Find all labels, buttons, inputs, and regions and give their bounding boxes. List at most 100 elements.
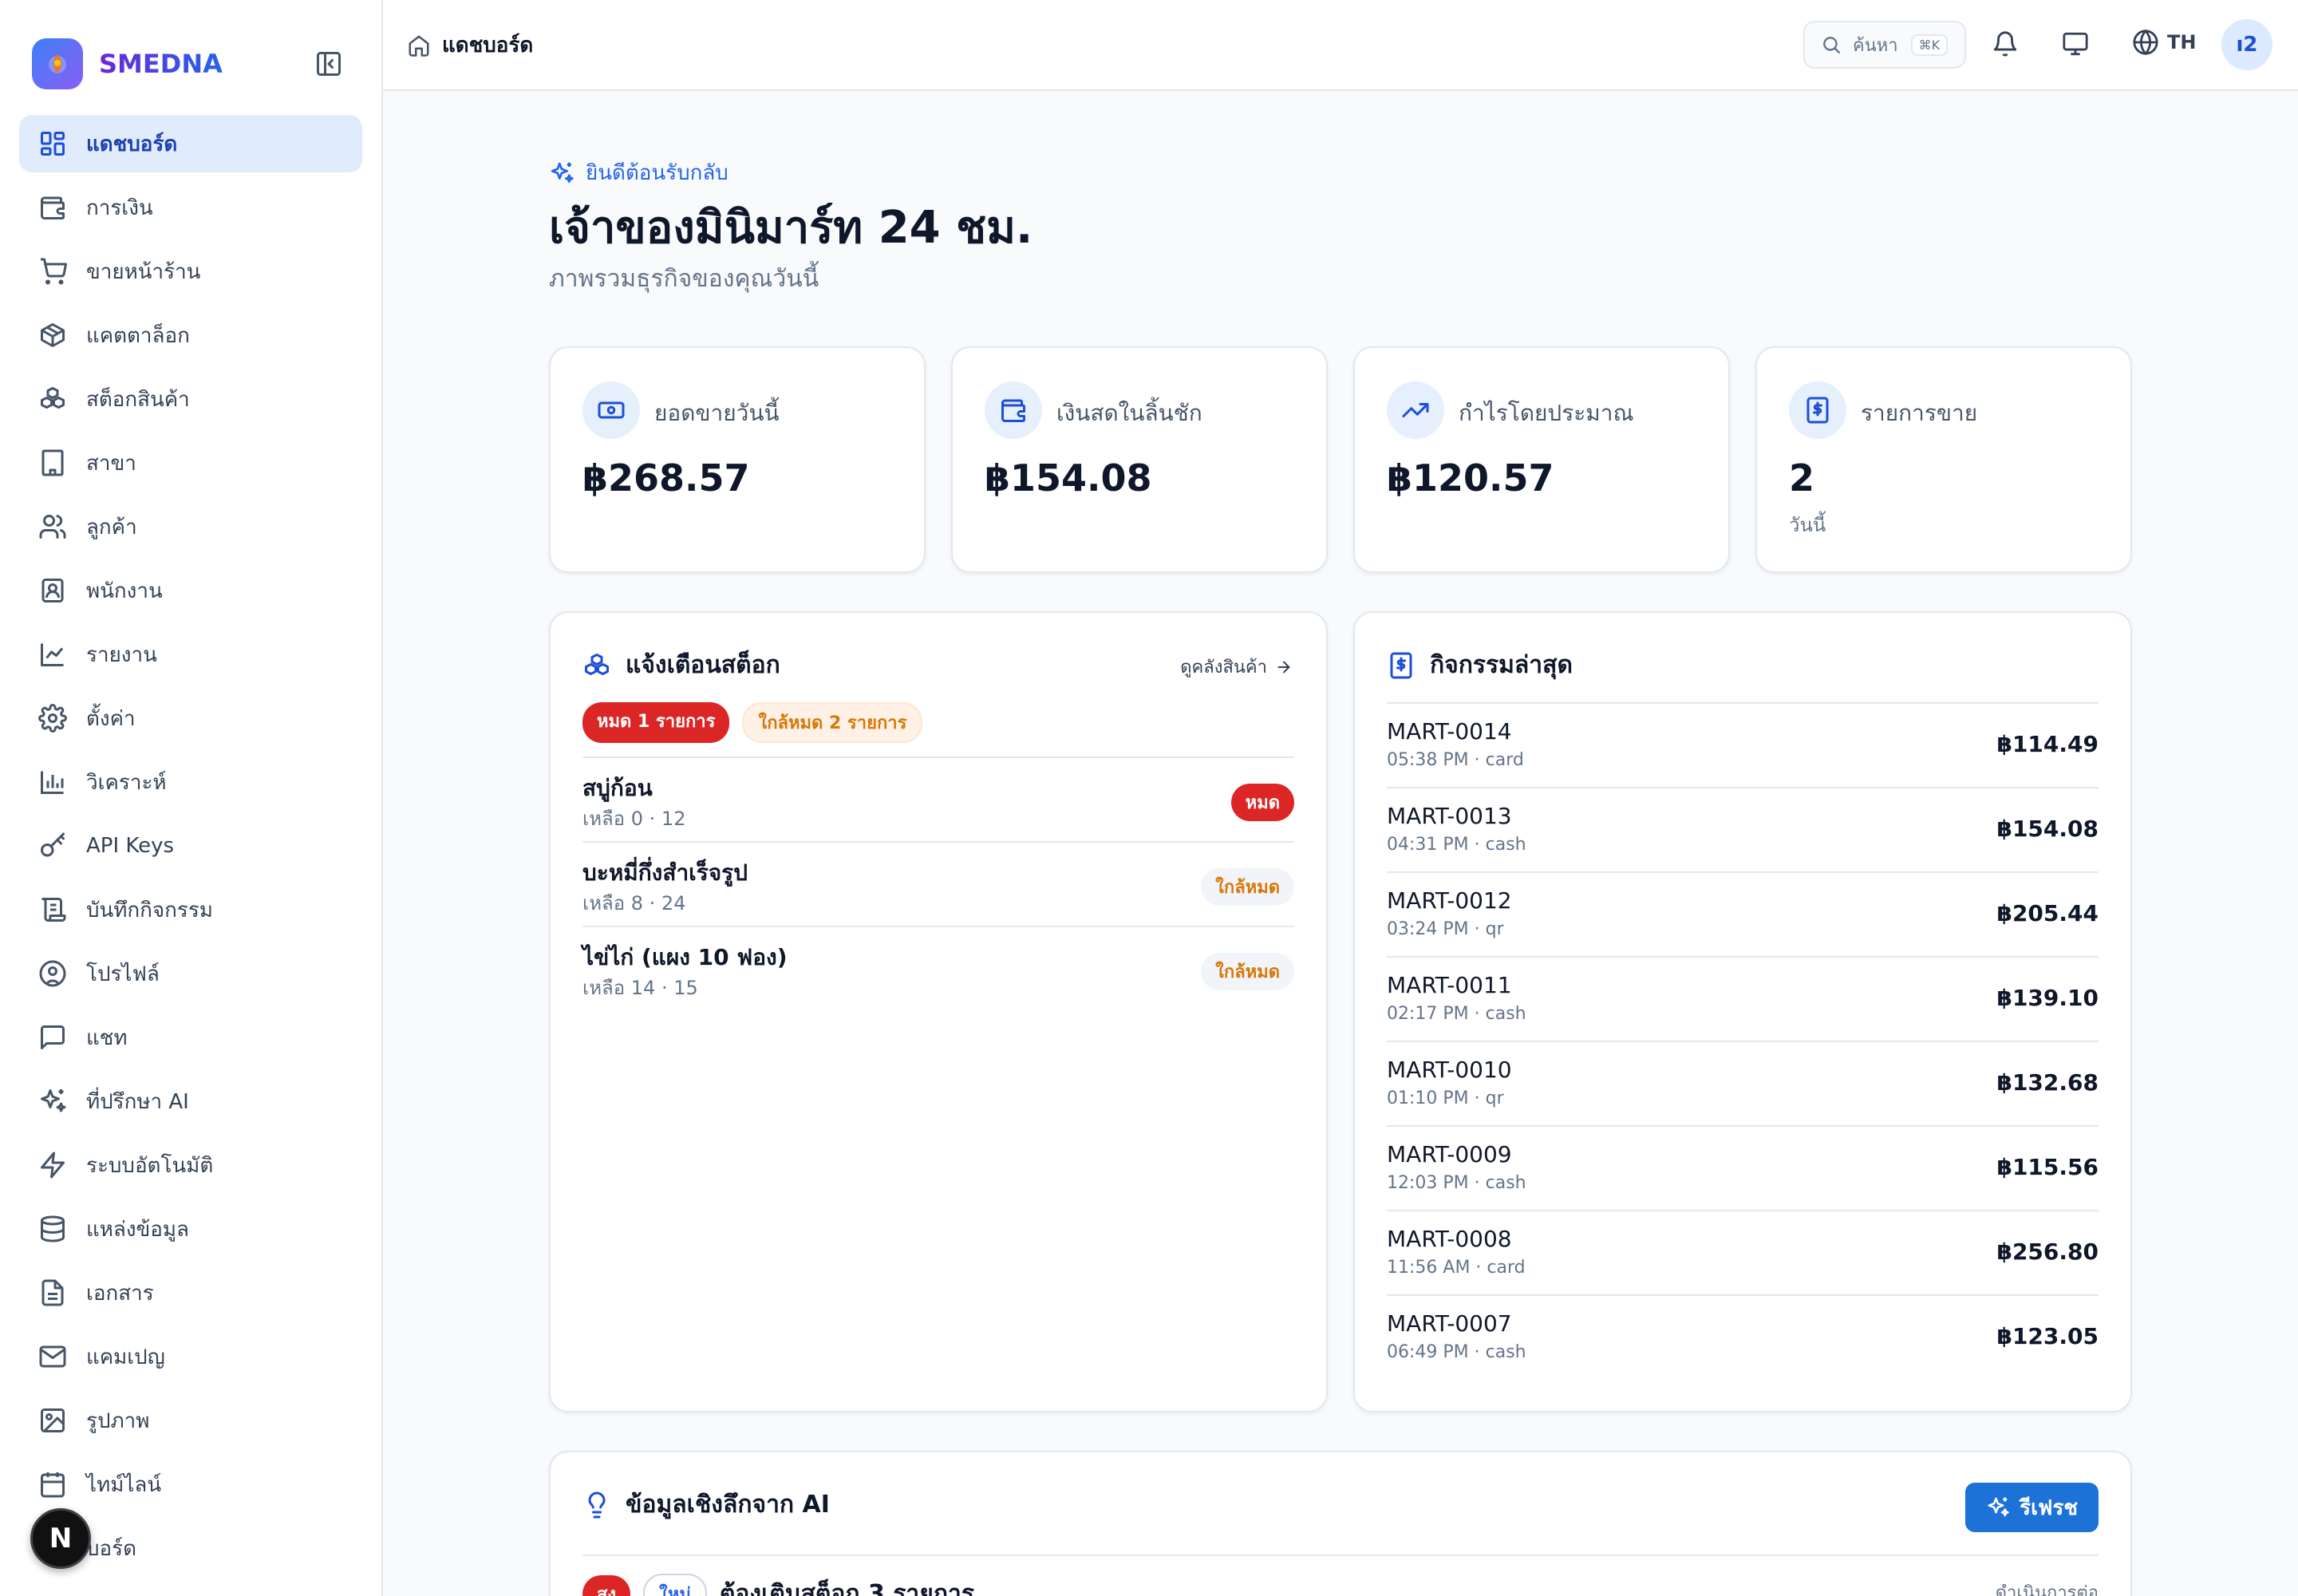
sidebar-item-branches[interactable]: สาขา: [19, 434, 362, 492]
list-item[interactable]: สบู่ก้อน เหลือ 0 · 12 หมด: [582, 757, 1294, 841]
sidebar-item-activity-log[interactable]: บันทึกกิจกรรม: [19, 881, 362, 938]
sidebar-item-chat[interactable]: แชท: [19, 1009, 362, 1066]
sidebar-item-staff[interactable]: พนักงาน: [19, 562, 362, 619]
table-row[interactable]: MART-0012 03:24 PM · qr ฿205.44: [1387, 871, 2099, 956]
brand-name: SMEDNA: [99, 49, 223, 79]
view-inventory-label: ดูคลังสินค้า: [1180, 658, 1267, 678]
sidebar-item-timeline[interactable]: ไทม์ไลน์: [19, 1456, 362, 1513]
sidebar-item-label: ระบบอัตโนมัติ: [86, 1153, 214, 1178]
sidebar-item-settings[interactable]: ตั้งค่า: [19, 689, 362, 747]
bar-chart-icon: [38, 768, 67, 796]
table-row[interactable]: MART-0010 01:10 PM · qr ฿132.68: [1387, 1041, 2099, 1125]
sale-id: MART-0007: [1387, 1310, 1512, 1337]
mail-icon: [38, 1342, 67, 1371]
sale-id: MART-0011: [1387, 972, 1512, 998]
sidebar-item-ai-advisor[interactable]: ที่ปรึกษา AI: [19, 1073, 362, 1130]
sale-id: MART-0010: [1387, 1057, 1512, 1083]
table-row[interactable]: MART-0009 12:03 PM · cash ฿115.56: [1387, 1125, 2099, 1210]
document-icon: [38, 1278, 67, 1307]
list-item[interactable]: สูง ใหม่ ต้องเติมสต็อก 3 รายการ: [582, 1574, 974, 1596]
sale-amount: ฿205.44: [1996, 900, 2099, 926]
bell-icon[interactable]: [1992, 30, 2019, 57]
line-chart-icon: [38, 640, 67, 669]
out-of-stock-badge: หมด 1 รายการ: [582, 702, 730, 743]
sidebar-item-images[interactable]: รูปภาพ: [19, 1392, 362, 1449]
sale-id: MART-0008: [1387, 1226, 1512, 1252]
search-placeholder: ค้นหา: [1853, 35, 1898, 56]
gear-icon: [38, 704, 67, 733]
sidebar-item-catalog[interactable]: แคตตาล็อก: [19, 306, 362, 364]
stat-value: ฿268.57: [582, 456, 750, 500]
sidebar-item-label: ที่ปรึกษา AI: [86, 1089, 189, 1114]
image-icon: [38, 1406, 67, 1435]
refresh-label: รีเฟรช: [2020, 1495, 2078, 1520]
brand[interactable]: SMEDNA: [32, 38, 223, 89]
receipt-dollar-icon: [1789, 381, 1846, 439]
table-row[interactable]: MART-0013 04:31 PM · cash ฿154.08: [1387, 787, 2099, 871]
sidebar-item-data-sources[interactable]: แหล่งข้อมูล: [19, 1200, 362, 1258]
sidebar-item-finance[interactable]: การเงิน: [19, 179, 362, 236]
panel-title: ข้อมูลเชิงลึกจาก AI: [582, 1486, 830, 1523]
stat-label: กำไรโดยประมาณ: [1459, 400, 1634, 426]
sidebar-item-label: บอร์ด: [86, 1536, 136, 1561]
sale-meta: 01:10 PM · qr: [1387, 1088, 1504, 1108]
stat-card-cash-drawer: เงินสดในลิ้นชัก ฿154.08: [951, 346, 1328, 573]
monitor-icon[interactable]: [2062, 30, 2089, 57]
brand-logo-icon: [32, 38, 83, 89]
home-icon[interactable]: [407, 34, 431, 57]
dashboard-grid-icon: [38, 129, 67, 158]
list-item[interactable]: ไข่ไก่ (แผง 10 ฟอง) เหลือ 14 · 15 ใกล้หม…: [582, 926, 1294, 1010]
dev-tools-badge[interactable]: N: [30, 1508, 91, 1569]
lightbulb-icon: [582, 1491, 611, 1519]
recent-activity-panel: กิจกรรมล่าสุด MART-0014 05:38 PM · card …: [1353, 611, 2132, 1412]
sidebar-item-api-keys[interactable]: API Keys: [19, 817, 362, 875]
sale-meta: 03:24 PM · qr: [1387, 919, 1504, 939]
sidebar: SMEDNA แดชบอร์ด การเงิน ขายหน้าร้าน แคตต…: [0, 0, 383, 1596]
page-subtitle: ภาพรวมธุรกิจของคุณวันนี้: [549, 265, 819, 293]
sidebar-item-documents[interactable]: เอกสาร: [19, 1264, 362, 1321]
table-row[interactable]: MART-0011 02:17 PM · cash ฿139.10: [1387, 956, 2099, 1041]
user-circle-icon: [38, 959, 67, 988]
sidebar-item-label: แดชบอร์ด: [86, 132, 178, 156]
refresh-button[interactable]: รีเฟรช: [1965, 1483, 2099, 1532]
stock-alerts-title: แจ้งเตือนสต็อก: [626, 651, 780, 679]
building-icon: [38, 448, 67, 477]
stock-item-name: ไข่ไก่ (แผง 10 ฟอง): [582, 944, 788, 970]
sale-amount: ฿114.49: [1996, 731, 2099, 757]
calendar-icon: [38, 1470, 67, 1499]
language-switcher[interactable]: TH: [2132, 29, 2196, 56]
insight-action-link[interactable]: ดำเนินการต่อ: [1996, 1578, 2099, 1596]
table-row[interactable]: MART-0007 06:49 PM · cash ฿123.05: [1387, 1294, 2099, 1379]
language-code: TH: [2167, 31, 2197, 53]
sale-id: MART-0014: [1387, 718, 1512, 745]
table-row[interactable]: MART-0014 05:38 PM · card ฿114.49: [1387, 702, 2099, 787]
status-badge: ใกล้หมด: [1201, 953, 1294, 990]
view-inventory-link[interactable]: ดูคลังสินค้า: [1180, 653, 1293, 681]
welcome-kicker-text: ยินดีต้อนรับกลับ: [586, 161, 728, 185]
sidebar-item-analytics[interactable]: วิเคราะห์: [19, 753, 362, 811]
sidebar-item-stock[interactable]: สต็อกสินค้า: [19, 370, 362, 428]
sidebar-item-dashboard[interactable]: แดชบอร์ด: [19, 115, 362, 172]
stock-item-name: บะหมี่กึ่งสำเร็จรูป: [582, 859, 748, 886]
sidebar-item-campaigns[interactable]: แคมเปญ: [19, 1328, 362, 1385]
chat-icon: [38, 1023, 67, 1052]
stock-item-meta: เหลือ 14 · 15: [582, 977, 698, 999]
sidebar-collapse-icon[interactable]: [314, 49, 343, 78]
sidebar-item-profile[interactable]: โปรไฟล์: [19, 945, 362, 1002]
low-stock-badge: ใกล้หมด 2 รายการ: [742, 702, 923, 743]
sidebar-item-customers[interactable]: ลูกค้า: [19, 498, 362, 555]
welcome-kicker: ยินดีต้อนรับกลับ: [549, 156, 728, 189]
sidebar-item-automation[interactable]: ระบบอัตโนมัติ: [19, 1136, 362, 1194]
sidebar-item-pos[interactable]: ขายหน้าร้าน: [19, 243, 362, 300]
table-row[interactable]: MART-0008 11:56 AM · card ฿256.80: [1387, 1210, 2099, 1294]
stock-alerts-panel: แจ้งเตือนสต็อก ดูคลังสินค้า หมด 1 รายการ…: [549, 611, 1328, 1412]
stat-sub: วันนี้: [1789, 514, 1826, 536]
list-item[interactable]: บะหมี่กึ่งสำเร็จรูป เหลือ 8 · 24 ใกล้หมด: [582, 841, 1294, 926]
avatar[interactable]: ı2: [2221, 19, 2272, 70]
sidebar-item-reports[interactable]: รายงาน: [19, 626, 362, 683]
sidebar-item-label: รูปภาพ: [86, 1408, 150, 1433]
search-input[interactable]: ค้นหา ⌘K: [1803, 21, 1966, 69]
trending-up-icon: [1387, 381, 1444, 439]
package-icon: [38, 321, 67, 350]
stat-label: เงินสดในลิ้นชัก: [1056, 400, 1202, 426]
